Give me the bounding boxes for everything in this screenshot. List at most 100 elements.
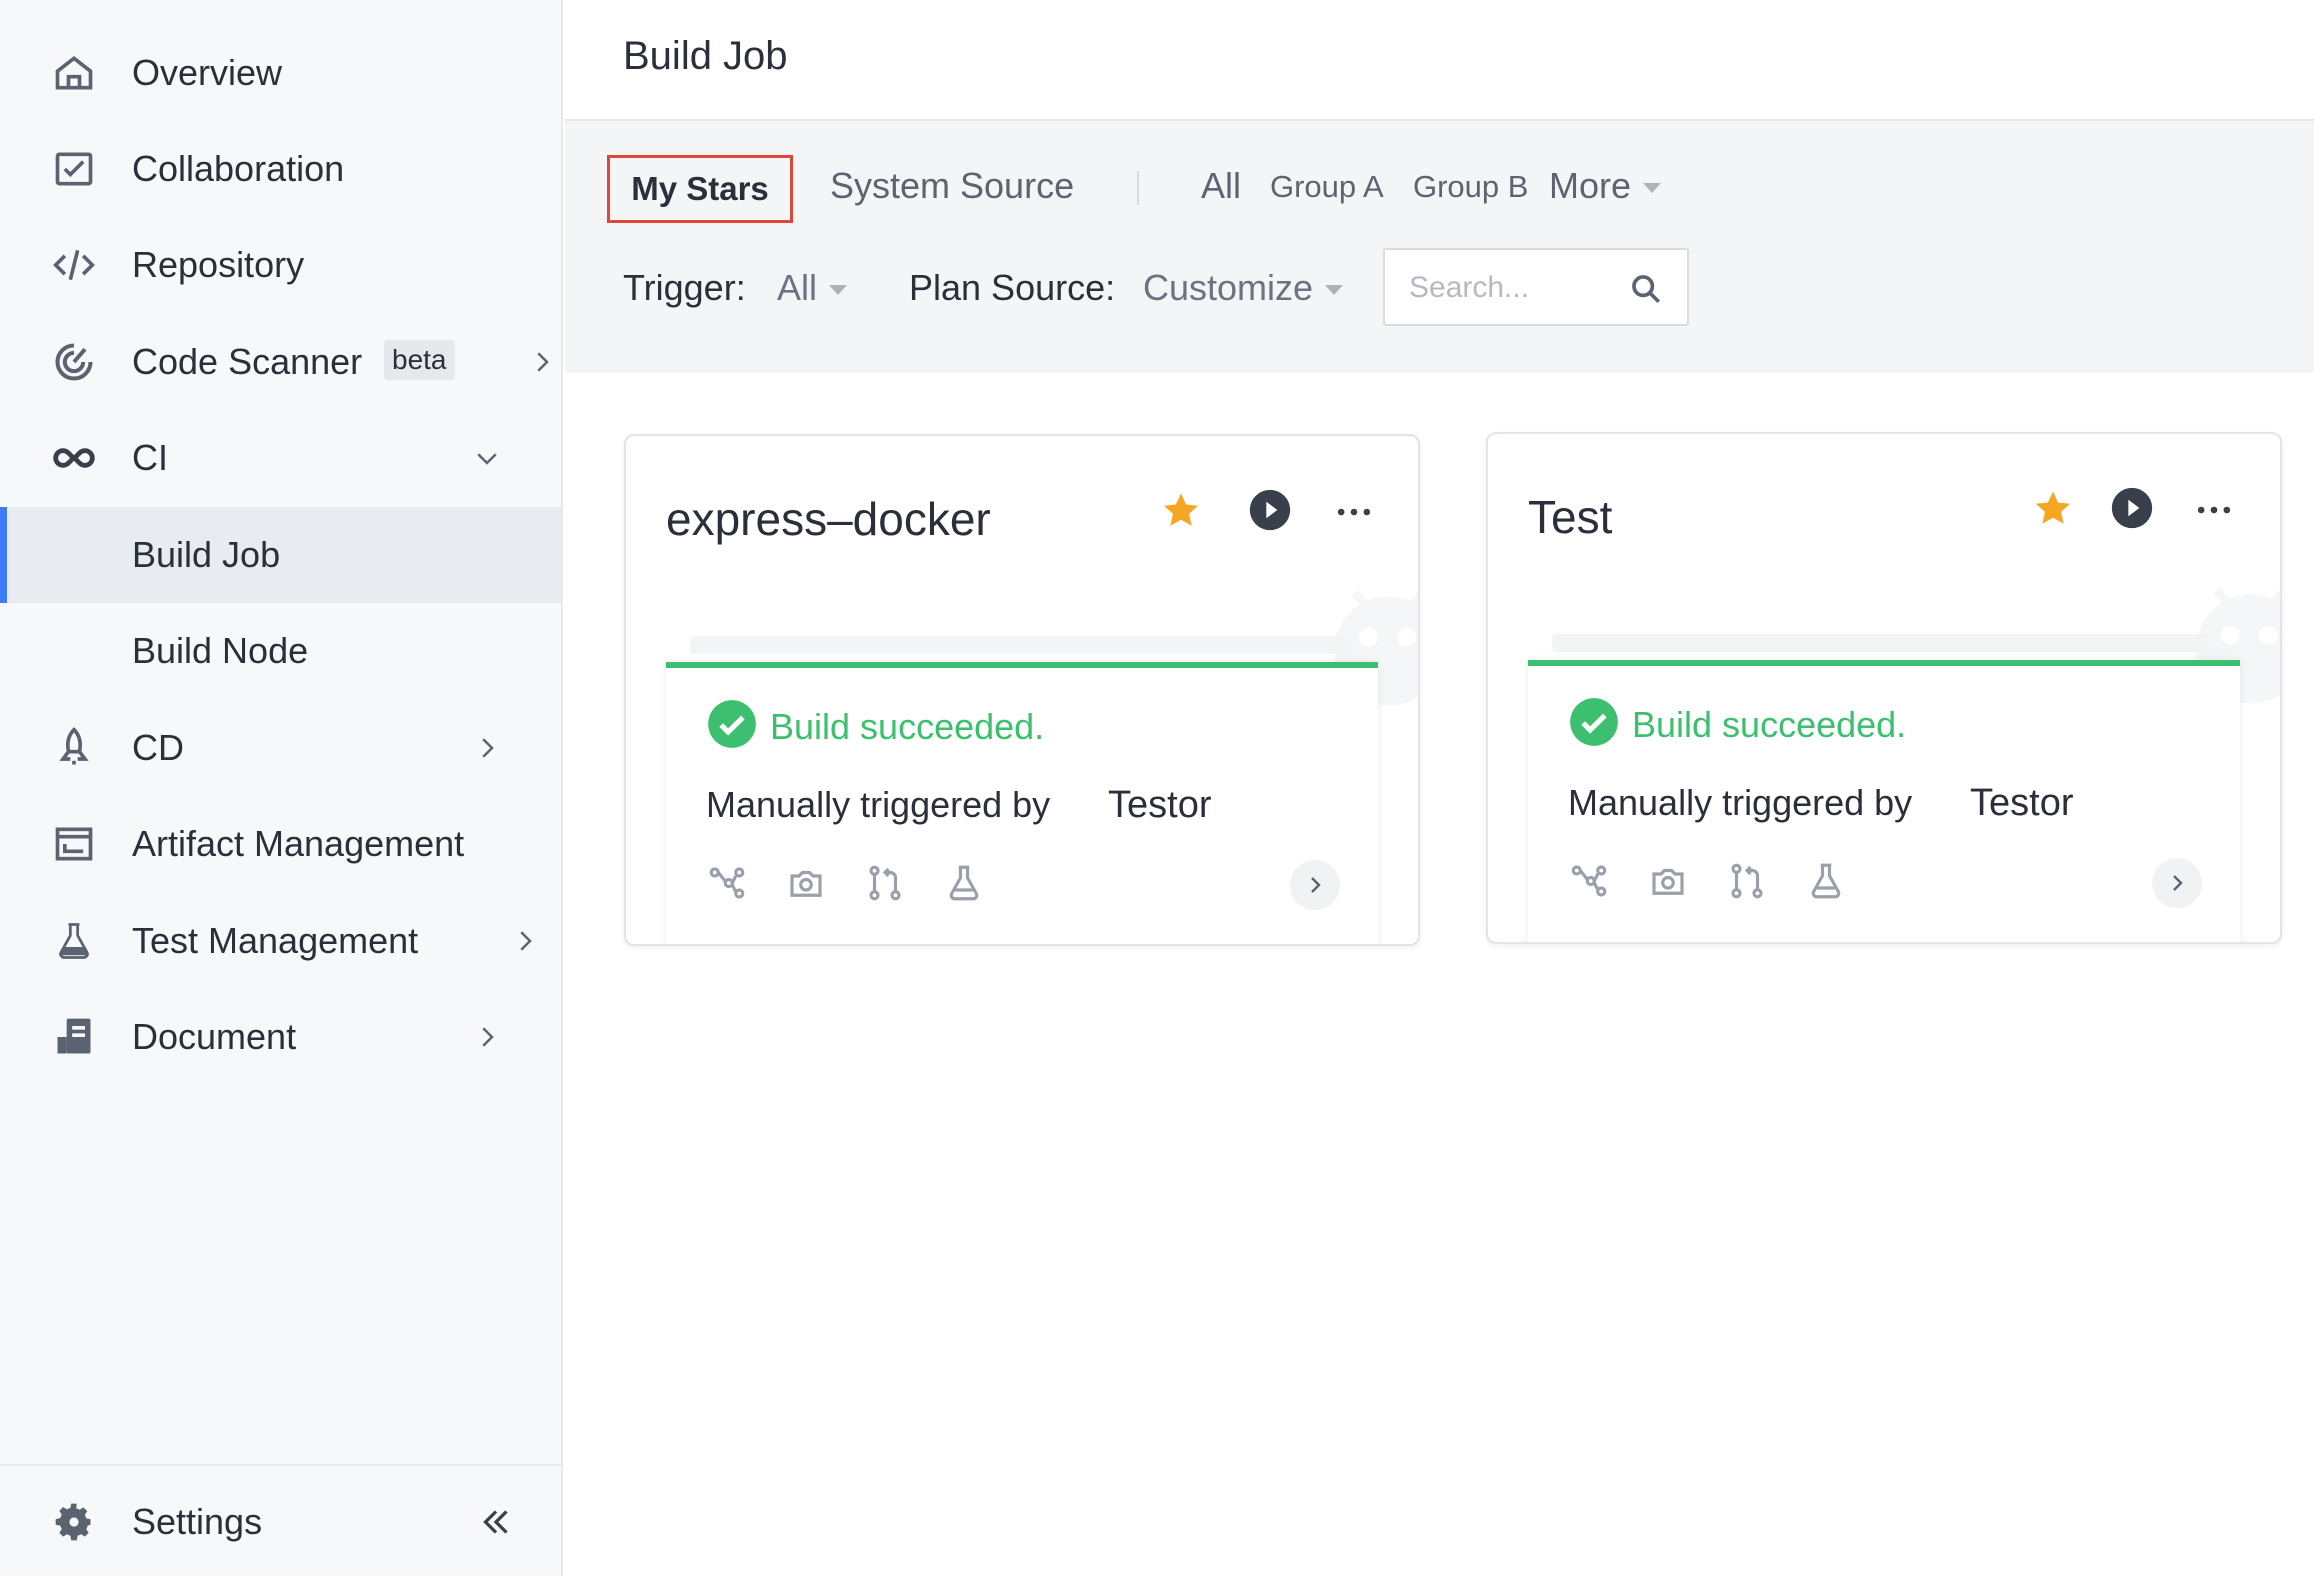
trigger-filter-label: Trigger: — [623, 267, 746, 308]
job-title[interactable]: Test — [1528, 490, 1612, 544]
pipeline-icon[interactable] — [1568, 860, 1610, 902]
run-build-icon[interactable] — [2110, 486, 2154, 530]
star-icon[interactable] — [2032, 488, 2074, 530]
latest-build-panel[interactable]: Build succeeded. Manually triggered by T… — [1528, 660, 2240, 942]
snapshot-icon[interactable] — [1647, 860, 1689, 902]
flask-icon — [50, 917, 98, 965]
sidebar-item-overview[interactable]: Overview — [0, 25, 561, 121]
trigger-filter-select[interactable]: All — [777, 267, 848, 309]
merge-request-icon[interactable] — [1726, 860, 1768, 902]
search-box — [1383, 248, 1689, 326]
more-options-icon[interactable] — [1332, 490, 1376, 534]
sidebar-item-repository[interactable]: Repository — [0, 217, 561, 313]
sidebar-item-label: Artifact Management — [132, 823, 465, 864]
star-icon[interactable] — [1160, 490, 1202, 532]
sidebar-item-build-node[interactable]: Build Node — [0, 603, 561, 699]
plan-source-filter-label: Plan Source: — [909, 267, 1116, 308]
sidebar-item-artifact-management[interactable]: Artifact Management — [0, 796, 561, 892]
tab-all[interactable]: All — [1201, 165, 1241, 207]
sidebar-item-label: Settings — [132, 1501, 263, 1542]
caret-down-icon — [1325, 285, 1344, 296]
sidebar-footer: Settings — [0, 1464, 561, 1576]
artifact-icon — [50, 820, 98, 868]
test-flask-icon[interactable] — [1805, 860, 1847, 902]
collaboration-icon — [50, 145, 98, 193]
gear-icon — [50, 1498, 98, 1546]
document-icon — [50, 1013, 98, 1061]
more-options-icon[interactable] — [2192, 488, 2236, 532]
chevron-right-icon[interactable] — [527, 347, 557, 377]
pipeline-icon[interactable] — [706, 862, 748, 904]
chevron-right-icon — [1311, 877, 1321, 893]
sidebar-item-test-management[interactable]: Test Management — [0, 893, 561, 989]
sidebar-item-code-scanner[interactable]: Code Scanner beta — [0, 314, 561, 410]
sidebar-item-ci[interactable]: CI — [0, 410, 561, 506]
build-job-card[interactable]: Test Build succeeded. Manually triggered… — [1486, 432, 2282, 944]
chevron-right-icon — [2173, 875, 2183, 891]
build-job-card[interactable]: express–docker Build succeeded. Manually… — [624, 434, 1420, 946]
open-build-button[interactable] — [2152, 858, 2202, 908]
sidebar-item-label: Code Scanner — [132, 341, 363, 382]
plan-source-filter-select[interactable]: Customize — [1143, 267, 1344, 309]
sidebar-item-label: Test Management — [132, 920, 419, 961]
search-icon[interactable] — [1629, 272, 1663, 306]
merge-request-icon[interactable] — [864, 862, 906, 904]
success-check-icon — [708, 700, 756, 748]
sidebar-item-label: CD — [132, 727, 184, 768]
sidebar-item-document[interactable]: Document — [0, 989, 561, 1085]
sidebar-item-label: Build Job — [132, 534, 281, 575]
sidebar-item-label: Document — [132, 1016, 297, 1057]
run-build-icon[interactable] — [1248, 488, 1292, 532]
trigger-user: Testor — [1108, 784, 1212, 826]
sidebar-item-settings[interactable]: Settings — [0, 1474, 561, 1570]
chevron-right-icon[interactable] — [472, 733, 502, 763]
sidebar-item-label: Overview — [132, 52, 283, 93]
job-title[interactable]: express–docker — [666, 492, 991, 546]
trigger-label: Manually triggered by — [706, 784, 1051, 825]
sidebar: Overview Collaboration Repository Code S… — [0, 0, 563, 1576]
tab-divider — [1137, 171, 1139, 205]
beta-badge: beta — [384, 340, 455, 380]
chevron-right-icon[interactable] — [510, 926, 540, 956]
test-flask-icon[interactable] — [943, 862, 985, 904]
tab-my-stars[interactable]: My Stars — [607, 155, 793, 223]
latest-build-panel[interactable]: Build succeeded. Manually triggered by T… — [666, 662, 1378, 944]
home-icon — [50, 49, 98, 97]
sidebar-item-label: Build Node — [132, 630, 309, 671]
search-input[interactable] — [1409, 268, 1619, 308]
build-status-text: Build succeeded. — [1632, 704, 1907, 745]
tab-more-dropdown[interactable]: More — [1549, 165, 1662, 207]
success-check-icon — [1570, 698, 1618, 746]
sidebar-item-label: CI — [132, 437, 168, 478]
plan-source-filter-value: Customize — [1143, 267, 1314, 308]
code-icon — [50, 241, 98, 289]
chevron-down-icon[interactable] — [472, 443, 502, 473]
collapse-sidebar-icon[interactable] — [478, 1507, 514, 1537]
infinity-icon — [50, 434, 98, 482]
sidebar-item-label: Collaboration — [132, 148, 345, 189]
trigger-label: Manually triggered by — [1568, 782, 1913, 823]
sidebar-item-label: Repository — [132, 244, 305, 285]
tab-more-label: More — [1549, 165, 1632, 206]
trigger-filter-value: All — [777, 267, 818, 308]
sidebar-item-build-job[interactable]: Build Job — [0, 507, 561, 603]
tab-group-a[interactable]: Group A — [1270, 169, 1384, 205]
open-build-button[interactable] — [1290, 860, 1340, 910]
trigger-user: Testor — [1970, 782, 2074, 824]
caret-down-icon — [829, 285, 848, 296]
filter-bar: My Stars System Source All Group A Group… — [565, 121, 2314, 373]
caret-down-icon — [1643, 183, 1662, 194]
tab-group-b[interactable]: Group B — [1413, 169, 1528, 205]
card-decor-bar — [1552, 634, 2212, 652]
sidebar-item-collaboration[interactable]: Collaboration — [0, 121, 561, 217]
card-decor-bar — [690, 636, 1350, 654]
sidebar-item-cd[interactable]: CD — [0, 700, 561, 796]
snapshot-icon[interactable] — [785, 862, 827, 904]
chevron-right-icon[interactable] — [472, 1022, 502, 1052]
rocket-icon — [50, 724, 98, 772]
page-header: Build Job — [565, 0, 2314, 121]
tab-system-source[interactable]: System Source — [830, 165, 1074, 207]
build-status-text: Build succeeded. — [770, 706, 1045, 747]
scanner-icon — [50, 338, 98, 386]
page-title: Build Job — [623, 34, 788, 78]
